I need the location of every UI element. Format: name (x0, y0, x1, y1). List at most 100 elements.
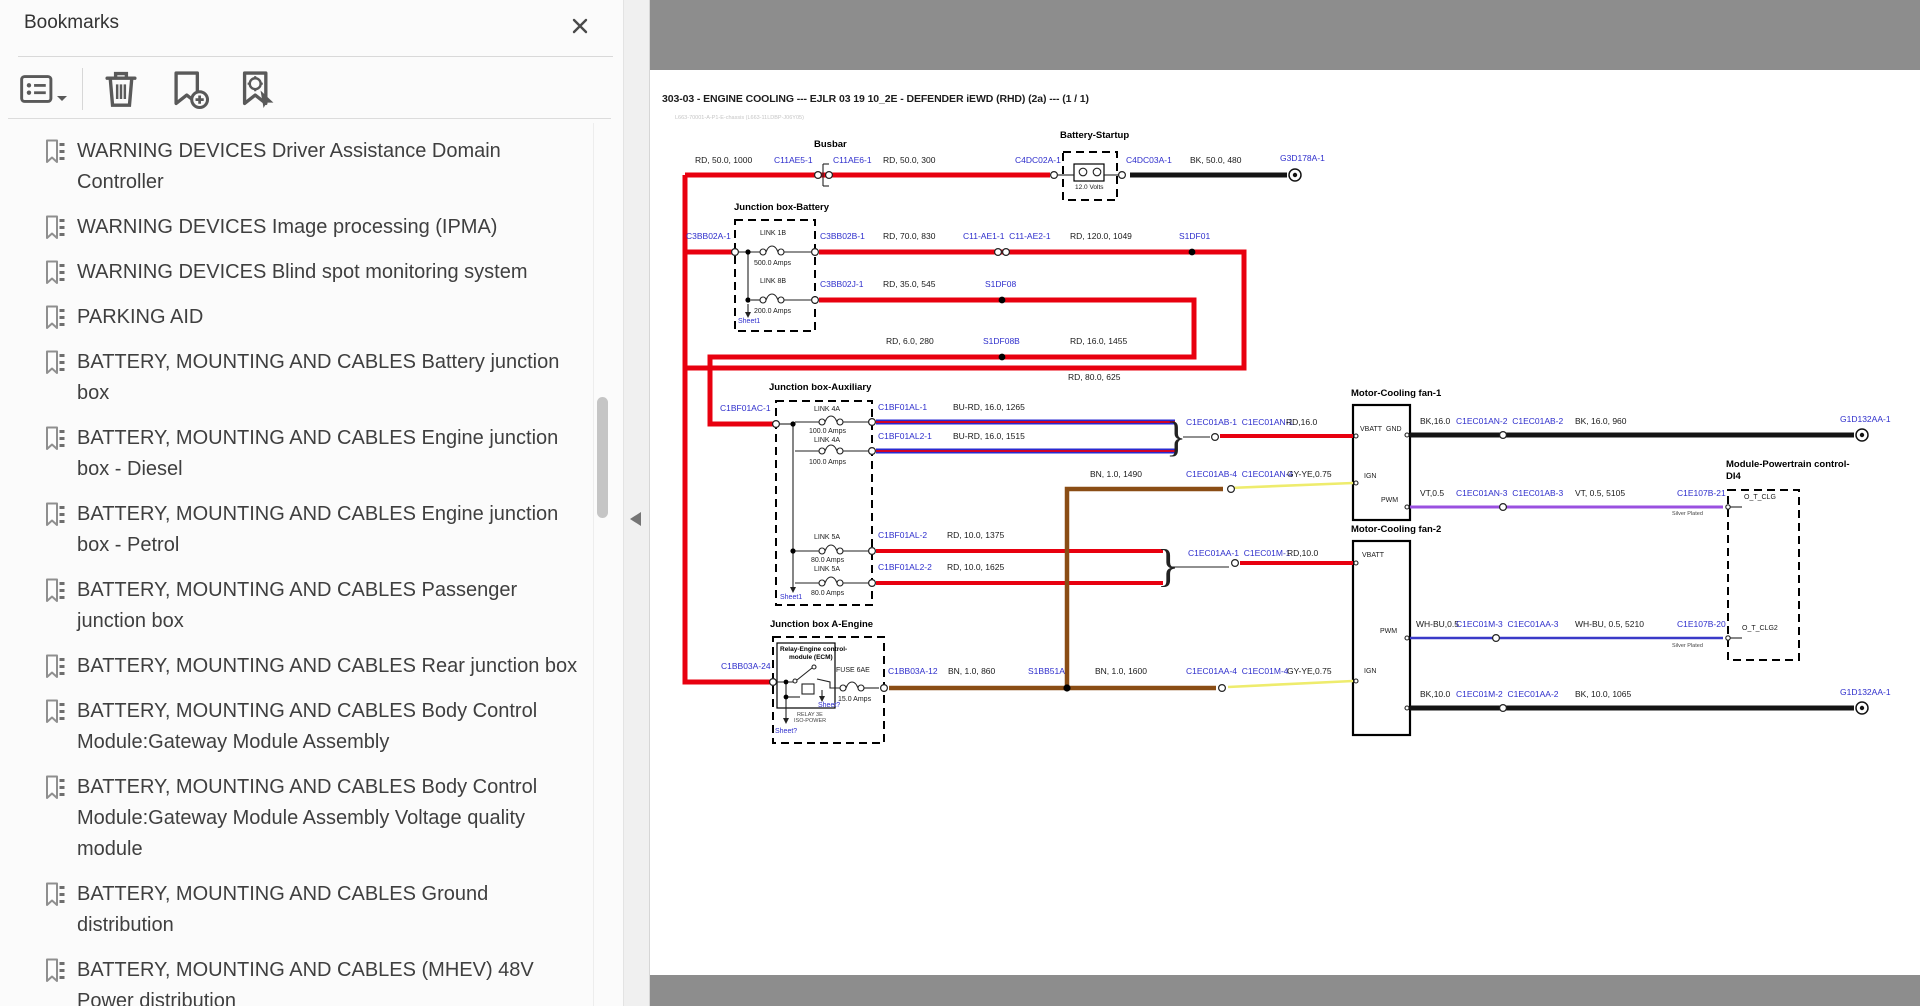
diagram-label: C11-AE1-1 C11-AE2-1 (963, 232, 1051, 241)
diagram-label: BU-RD, 16.0, 1265 (953, 403, 1025, 412)
diagram-label: S1BB51A (1028, 667, 1065, 676)
diagram-label: 200.0 Amps (754, 308, 791, 316)
diagram-label: C4DC02A-1 (1015, 156, 1061, 165)
diagram-label: WH-BU,0.5 (1416, 620, 1459, 629)
bookmark-item[interactable]: BATTERY, MOUNTING AND CABLES Ground dist… (43, 879, 594, 941)
diagram-label: LINK 4A (814, 437, 840, 445)
diagram-label: LINK 4A (814, 406, 840, 414)
diagram-label: BN, 1.0, 860 (948, 667, 995, 676)
diagram-label: Silver Plated (1672, 643, 1703, 649)
diagram-label: S1DF08 (985, 280, 1016, 289)
bookmark-item[interactable]: BATTERY, MOUNTING AND CABLES Passenger j… (43, 575, 594, 637)
diagram-label: C11AE6-1 (833, 156, 872, 165)
diagram-label: BK,10.0 (1420, 690, 1450, 699)
bookmark-item[interactable]: BATTERY, MOUNTING AND CABLES (MHEV) 48V … (43, 955, 594, 1006)
diagram-label: 80.0 Amps (811, 557, 844, 565)
bookmark-item[interactable]: BATTERY, MOUNTING AND CABLES Engine junc… (43, 423, 594, 485)
diagram-label: S1DF08B (983, 337, 1020, 346)
diagram-label: RD, 10.0, 1625 (947, 563, 1004, 572)
diagram-label: BN, 1.0, 1600 (1095, 667, 1147, 676)
diagram-label: C1BF01AL2-2 (878, 563, 932, 572)
diagram-label: BN, 1.0, 1490 (1090, 470, 1142, 479)
diagram-label: GND (1386, 426, 1402, 434)
bookmark-list: WARNING DEVICES Driver Assistance Domain… (0, 119, 594, 1006)
bookmark-item[interactable]: BATTERY, MOUNTING AND CABLES Rear juncti… (43, 651, 594, 682)
diagram-label: RD,16.0 (1286, 418, 1317, 427)
diagram-label: Sheet1 (738, 318, 760, 326)
diagram-label: Battery-Startup (1060, 131, 1129, 141)
diagram-label: BK, 10.0, 1065 (1575, 690, 1631, 699)
diagram-label: Sheet? (775, 728, 797, 736)
diagram-label: 15.0 Amps (838, 696, 871, 704)
diagram-label: C1BB03A-24 (721, 662, 771, 671)
diagram-label: C3BB02J-1 (820, 280, 863, 289)
diagram-label: Motor-Cooling fan-2 (1351, 525, 1441, 535)
bookmark-page-icon (43, 774, 67, 802)
bookmark-item[interactable]: BATTERY, MOUNTING AND CABLES Body Contro… (43, 772, 594, 865)
diagram-overlay: 303-03 - ENGINE COOLING --- EJLR 03 19 1… (650, 0, 1920, 1006)
diagram-label: ISO-POWER (794, 718, 826, 724)
bookmark-options-icon (18, 70, 56, 108)
bookmarks-panel: Bookmarks (0, 0, 623, 1006)
bookmark-page-icon (43, 957, 67, 985)
diagram-label: FUSE 6AE (836, 667, 870, 675)
diagram-label: LINK 8B (760, 278, 786, 286)
bookmark-item[interactable]: PARKING AID (43, 302, 594, 333)
document-area: 303-03 - ENGINE COOLING --- EJLR 03 19 1… (650, 0, 1920, 1006)
delete-bookmark-button[interactable] (97, 66, 145, 112)
diagram-label: 80.0 Amps (811, 590, 844, 598)
bookmark-item[interactable]: BATTERY, MOUNTING AND CABLES Body Contro… (43, 696, 594, 758)
diagram-label: C1BF01AC-1 (720, 404, 771, 413)
diagram-label: Motor-Cooling fan-1 (1351, 389, 1441, 399)
diagram-label: 100.0 Amps (809, 459, 846, 467)
diagram-label: VT, 0.5, 5105 (1575, 489, 1625, 498)
sidebar-scrollbar-thumb[interactable] (597, 397, 608, 518)
bookmark-item-label: BATTERY, MOUNTING AND CABLES Passenger j… (77, 575, 582, 637)
bookmark-item[interactable]: WARNING DEVICES Image processing (IPMA) (43, 212, 594, 243)
diagram-label: C1EC01AA-4 C1EC01M-4 (1186, 667, 1289, 676)
diagram-label: RD, 10.0, 1375 (947, 531, 1004, 540)
bookmark-item[interactable]: WARNING DEVICES Blind spot monitoring sy… (43, 257, 594, 288)
diagram-label: RD, 50.0, 300 (883, 156, 935, 165)
bookmark-item[interactable]: WARNING DEVICES Driver Assistance Domain… (43, 136, 594, 198)
diagram-label: C1BB03A-12 (888, 667, 938, 676)
bookmark-page-icon (43, 698, 67, 726)
diagram-label: O_T_CLG (1744, 494, 1776, 502)
diagram-label: C3BB02B-1 (820, 232, 865, 241)
diagram-label: Sheet? (818, 702, 840, 710)
diagram-label: VBATT (1362, 552, 1384, 560)
close-panel-button[interactable] (567, 14, 593, 40)
bookmark-page-icon (43, 214, 67, 242)
diagram-label: BK, 16.0, 960 (1575, 417, 1627, 426)
bookmark-item-label: BATTERY, MOUNTING AND CABLES Ground dist… (77, 879, 582, 941)
diagram-label: RD, 120.0, 1049 (1070, 232, 1132, 241)
diagram-label: C1E107B-21 (1677, 489, 1726, 498)
diagram-label: C1EC01AN-2 C1EC01AB-2 (1456, 417, 1563, 426)
add-bookmark-button[interactable] (163, 66, 215, 112)
diagram-label: LINK 5A (814, 566, 840, 574)
diagram-label: Relay-Engine control- (780, 646, 847, 653)
diagram-label: 100.0 Amps (809, 428, 846, 436)
diagram-label: Junction box A-Engine (770, 620, 873, 630)
bookmark-page-icon (43, 349, 67, 377)
diagram-labels: RD, 50.0, 1000C11AE5-1BusbarC11AE6-1RD, … (650, 0, 1920, 1006)
diagram-label: G1D132AA-1 (1840, 688, 1891, 697)
bookmark-item[interactable]: BATTERY, MOUNTING AND CABLES Engine junc… (43, 499, 594, 561)
diagram-label: Junction box-Battery (734, 203, 829, 213)
diagram-label: LINK 1B (760, 230, 786, 238)
bookmark-goto-icon (237, 68, 281, 110)
goto-bookmark-button[interactable] (233, 66, 285, 112)
diagram-label: GY-YE,0.75 (1287, 667, 1332, 676)
collapse-panel-arrow[interactable] (630, 512, 641, 526)
diagram-label: C1EC01AB-1 C1EC01AN-1 (1186, 418, 1293, 427)
bookmark-item-label: WARNING DEVICES Image processing (IPMA) (77, 212, 582, 243)
diagram-label: BK,16.0 (1420, 417, 1450, 426)
diagram-label: C4DC03A-1 (1126, 156, 1172, 165)
bookmark-item-label: BATTERY, MOUNTING AND CABLES (MHEV) 48V … (77, 955, 582, 1006)
bookmark-options-button[interactable] (14, 68, 72, 110)
diagram-label: G1D132AA-1 (1840, 415, 1891, 424)
diagram-label: C1EC01M-3 C1EC01AA-3 (1456, 620, 1559, 629)
bookmark-item-label: BATTERY, MOUNTING AND CABLES Battery jun… (77, 347, 582, 409)
diagram-label: RD, 6.0, 280 (886, 337, 934, 346)
bookmark-item[interactable]: BATTERY, MOUNTING AND CABLES Battery jun… (43, 347, 594, 409)
